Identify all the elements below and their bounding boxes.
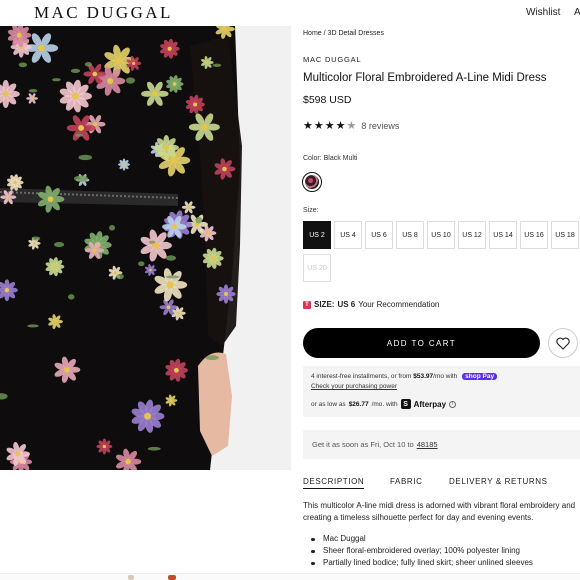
- color-label: Color: Black Multi: [303, 155, 358, 162]
- reviews-link[interactable]: 8 reviews: [361, 121, 399, 131]
- leaf-motif: [70, 68, 81, 73]
- account-link[interactable]: A: [574, 7, 580, 18]
- payment-options: 4 interest-free installments, or from $5…: [303, 366, 580, 417]
- leaf-motif: [31, 236, 41, 241]
- leaf-motif: [116, 273, 124, 280]
- size-label: Size:: [303, 207, 319, 214]
- shoppay-text: 4 interest-free installments, or from: [311, 373, 412, 380]
- description-bullet: Mac Duggal: [311, 533, 533, 545]
- afterpay-icon: S: [400, 399, 411, 409]
- half-star-icon: ★: [346, 119, 357, 132]
- leaf-motif: [52, 78, 61, 82]
- size-option-us-18[interactable]: US 18: [551, 221, 579, 249]
- size-option-us-20[interactable]: US 20: [303, 254, 331, 282]
- leaf-motif: [68, 294, 75, 300]
- tab-description[interactable]: DESCRIPTION: [303, 477, 365, 489]
- afterpay-prefix: or as low as: [311, 400, 346, 408]
- shipping-estimate: Get it as soon as Fri, Oct 10 to 48185: [303, 430, 580, 459]
- product-tabs: DESCRIPTION FABRIC DELIVERY & RETURNS: [303, 477, 580, 491]
- size-option-us-8[interactable]: US 8: [396, 221, 424, 249]
- product-brand[interactable]: MAC DUGGAL: [303, 55, 361, 64]
- breadcrumb: Home / 3D Detail Dresses: [303, 30, 384, 37]
- product-image[interactable]: [0, 26, 291, 470]
- zip-code-link[interactable]: 48185: [417, 440, 438, 449]
- product-title: Multicolor Floral Embroidered A-Line Mid…: [303, 72, 547, 84]
- leaf-motif: [53, 241, 65, 248]
- size-option-us-2[interactable]: US 2: [303, 221, 331, 249]
- info-icon[interactable]: i: [449, 400, 457, 408]
- shoppay-suffix: /mo with: [433, 373, 458, 380]
- size-recommendation[interactable]: T SIZE: US 6 Your Recommendation: [303, 300, 439, 309]
- top-bar: MAC DUGGAL Wishlist A: [0, 0, 580, 26]
- leaf-motif: [74, 175, 88, 182]
- shipping-text: Get it as soon as Fri, Oct 10 to: [312, 440, 414, 449]
- tab-delivery-returns[interactable]: DELIVERY & RETURNS: [449, 477, 548, 486]
- wishlist-heart-button[interactable]: [548, 328, 578, 358]
- size-option-us-12[interactable]: US 12: [458, 221, 486, 249]
- dress-illustration: [0, 26, 291, 470]
- leaf-motif: [138, 261, 145, 267]
- size-badge-icon: T: [303, 300, 311, 309]
- add-to-cart-button[interactable]: ADD TO CART: [303, 328, 540, 358]
- description-bullets: Mac Duggal Sheer floral-embroidered over…: [311, 533, 533, 569]
- description-bullet: Partially lined bodice; fully lined skir…: [311, 557, 533, 569]
- heart-icon: [556, 337, 570, 350]
- leaf-motif: [147, 446, 161, 451]
- product-price: $598 USD: [303, 94, 352, 106]
- rating[interactable]: ★ ★ ★ ★ ★ 8 reviews: [303, 119, 399, 133]
- afterpay-logo: Afterpay: [413, 399, 447, 409]
- flower-motif: [117, 158, 131, 171]
- leaf-motif: [166, 275, 180, 279]
- color-swatch-black-multi[interactable]: [302, 172, 322, 192]
- size-option-us-10[interactable]: US 10: [427, 221, 455, 249]
- wishlist-link[interactable]: Wishlist: [526, 7, 560, 18]
- star-icon: ★: [303, 119, 313, 132]
- size-option-us-6[interactable]: US 6: [365, 221, 393, 249]
- leaf-motif: [28, 88, 38, 93]
- afterpay-line: or as low as $26.77/mo. with S Afterpay …: [311, 399, 457, 409]
- size-option-us-16[interactable]: US 16: [520, 221, 548, 249]
- purchasing-power-link[interactable]: Check your purchasing power: [311, 383, 397, 390]
- flower-motif: [153, 134, 179, 161]
- shoppay-line: 4 interest-free installments, or from $5…: [311, 373, 498, 380]
- description-bullet: Sheer floral-embroidered overlay; 100% p…: [311, 545, 533, 557]
- size-option-us-4[interactable]: US 4: [334, 221, 362, 249]
- product-description: This multicolor A-line midi dress is ado…: [303, 501, 576, 522]
- shoppay-logo: shop Pay: [462, 373, 498, 380]
- breadcrumb-separator: /: [323, 30, 326, 37]
- thumbnail-marker: [168, 575, 176, 580]
- leaf-motif: [212, 63, 222, 67]
- leaf-motif: [148, 240, 156, 244]
- leaf-motif: [109, 225, 116, 231]
- flower-motif: [216, 284, 236, 304]
- flower-motif: [96, 438, 113, 455]
- leaf-motif: [205, 355, 219, 361]
- shoppay-amount: $53.97: [413, 373, 434, 380]
- leaf-motif: [27, 324, 39, 328]
- size-rec-prefix: SIZE:: [314, 300, 335, 309]
- afterpay-suffix: /mo. with: [371, 400, 398, 408]
- leaf-motif: [75, 133, 84, 137]
- leaf-motif: [125, 77, 136, 84]
- bottom-thumbnail-strip: [0, 573, 580, 580]
- site-logo[interactable]: MAC DUGGAL: [34, 3, 173, 23]
- thumbnail-marker: [128, 575, 134, 580]
- breadcrumb-home[interactable]: Home: [303, 30, 322, 37]
- size-option-us-14[interactable]: US 14: [489, 221, 517, 249]
- star-icon: ★: [313, 119, 324, 132]
- leaf-motif: [165, 255, 177, 261]
- leaf-motif: [78, 154, 93, 161]
- size-rec-size: US 6: [337, 300, 356, 309]
- breadcrumb-category[interactable]: 3D Detail Dresses: [328, 30, 384, 37]
- leaf-motif: [84, 62, 92, 67]
- leaf-motif: [18, 62, 28, 68]
- star-icon: ★: [324, 119, 335, 132]
- tab-fabric[interactable]: FABRIC: [390, 477, 423, 486]
- swatch-fill: [305, 175, 319, 189]
- leaf-motif: [195, 216, 203, 224]
- size-rec-suffix: Your Recommendation: [358, 300, 440, 309]
- afterpay-amount: $26.77: [348, 400, 369, 408]
- star-icon: ★: [335, 119, 346, 132]
